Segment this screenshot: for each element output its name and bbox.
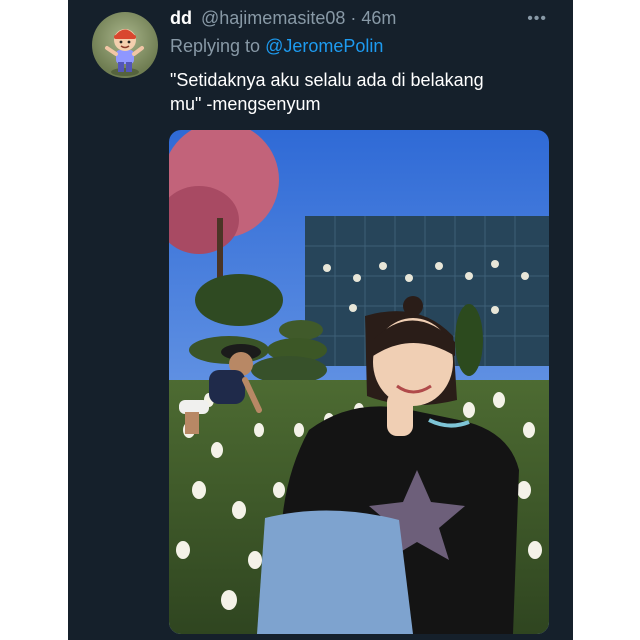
more-horizontal-icon[interactable]: ••• [527,10,547,28]
avatar[interactable] [92,12,158,78]
timestamp[interactable]: 46m [361,8,396,28]
avatar-illustration [105,29,144,76]
separator: · [350,8,357,28]
display-name[interactable]: dd [170,8,192,28]
user-handle[interactable]: @hajimemasite08 [201,8,345,28]
mention-link[interactable]: @JeromePolin [265,36,383,56]
replying-prefix: Replying to [170,36,261,56]
replying-to-line: Replying to @JeromePolin [170,36,383,57]
tweet-card: dd @hajimemasite08 · 46m ••• Replying to… [68,0,573,640]
garden-photo [169,130,549,634]
tweet-header: dd @hajimemasite08 · 46m [170,8,553,34]
tweet-text: "Setidaknya aku selalu ada di belakang m… [170,70,484,114]
tweet-photo[interactable] [169,130,549,634]
